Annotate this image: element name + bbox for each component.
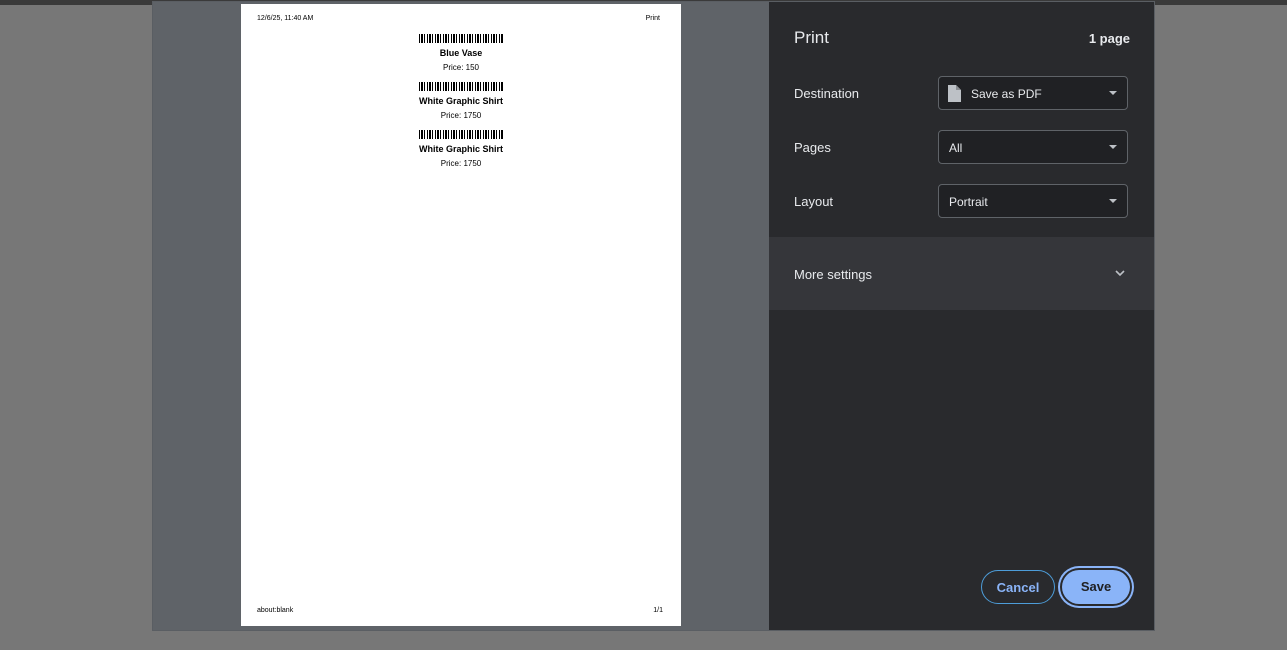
layout-value: Portrait [949, 195, 988, 209]
product-price: Price: 150 [442, 63, 480, 72]
more-settings-label: More settings [794, 267, 873, 282]
preview-page: 12/6/25, 11:40 AM Print Blue Vase Price:… [241, 4, 681, 626]
pages-select[interactable]: All [938, 130, 1128, 164]
destination-select[interactable]: Save as PDF [938, 76, 1128, 110]
product-name: White Graphic Shirt [418, 144, 503, 154]
page-footer-url: about:blank [257, 607, 294, 614]
page-count: 1 page [1088, 31, 1130, 46]
chevron-down-icon [1109, 145, 1117, 149]
print-settings-panel: Print 1 page Destination Save as PDF Pag… [769, 2, 1154, 630]
pages-label: Pages [794, 140, 831, 155]
product-label: White Graphic Shirt Price: 1750 [241, 130, 681, 178]
destination-value: Save as PDF [971, 87, 1042, 101]
chevron-down-icon [1115, 270, 1125, 277]
pages-value: All [949, 141, 963, 155]
destination-label: Destination [794, 86, 860, 101]
page-header-date: 12/6/25, 11:40 AM [257, 15, 314, 22]
product-label: Blue Vase Price: 150 [241, 34, 681, 82]
print-dialog: 12/6/25, 11:40 AM Print Blue Vase Price:… [153, 2, 1154, 630]
page-header-title: Print [645, 15, 660, 22]
barcode [419, 130, 503, 139]
chevron-down-icon [1109, 91, 1117, 95]
product-name: Blue Vase [439, 48, 483, 58]
product-name: White Graphic Shirt [418, 96, 503, 106]
barcode [419, 34, 503, 43]
save-button[interactable]: Save [1062, 570, 1130, 604]
more-settings-toggle[interactable]: More settings [769, 237, 1154, 310]
file-icon [948, 85, 961, 102]
print-preview-area: 12/6/25, 11:40 AM Print Blue Vase Price:… [153, 2, 769, 630]
product-label: White Graphic Shirt Price: 1750 [241, 82, 681, 130]
label-list: Blue Vase Price: 150 White Graphic Shirt… [241, 34, 681, 178]
product-price: Price: 1750 [440, 111, 482, 120]
layout-select[interactable]: Portrait [938, 184, 1128, 218]
panel-title: Print [794, 28, 829, 47]
page-footer-number: 1/1 [653, 607, 663, 614]
layout-label: Layout [794, 194, 834, 209]
barcode [419, 82, 503, 91]
product-price: Price: 1750 [440, 159, 482, 168]
chevron-down-icon [1109, 199, 1117, 203]
cancel-button[interactable]: Cancel [981, 570, 1055, 604]
